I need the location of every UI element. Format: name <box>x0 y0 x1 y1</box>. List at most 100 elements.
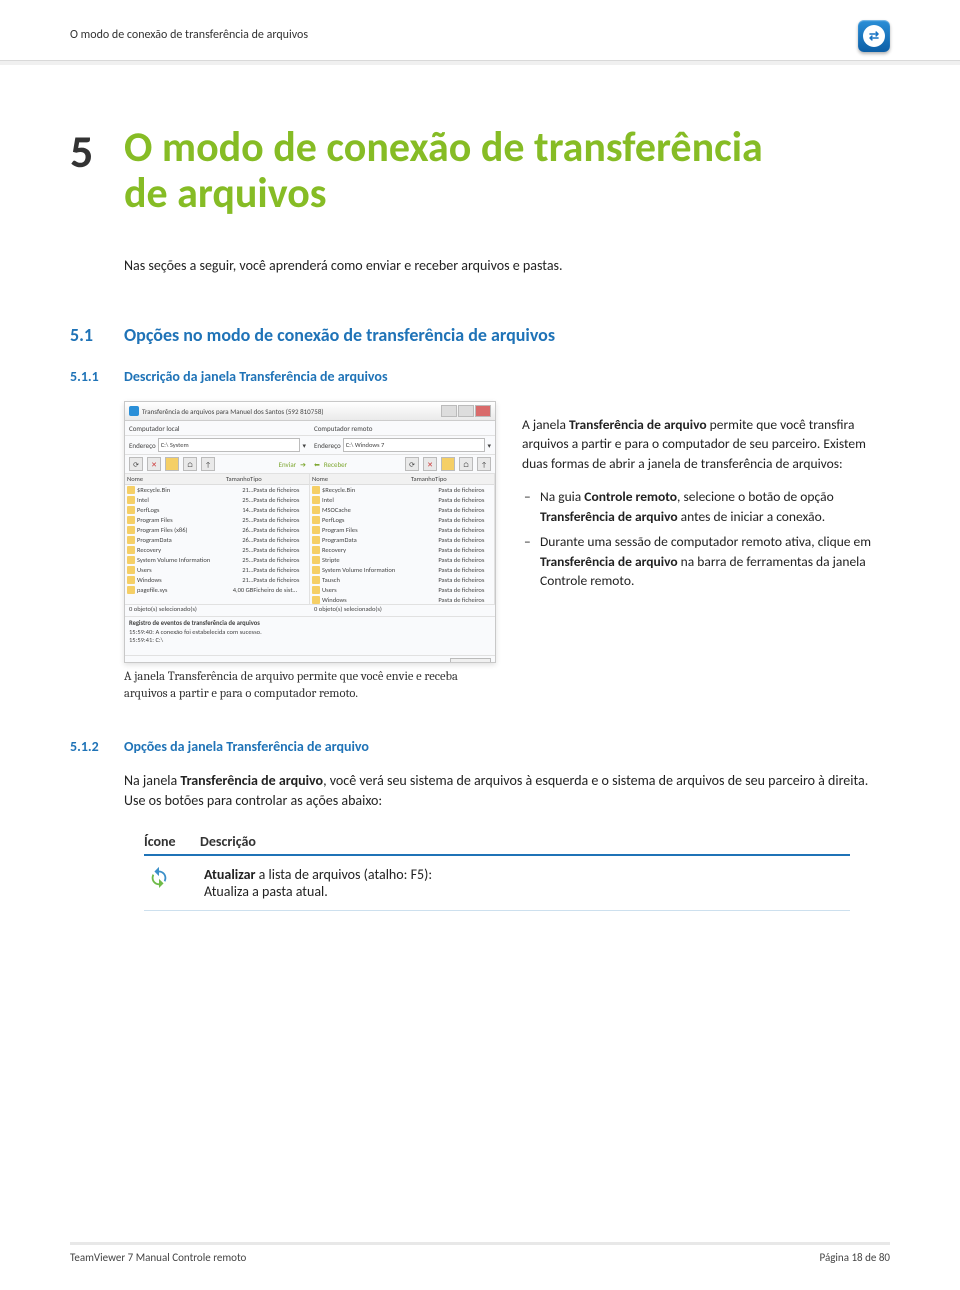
file-row[interactable]: StriptePasta de ficheiros <box>310 555 494 565</box>
dropdown-icon[interactable]: ▾ <box>302 441 306 450</box>
panel-header-local: Computador local <box>125 421 310 435</box>
file-row[interactable]: Program Files25…Pasta de ficheiros <box>125 515 309 525</box>
up-icon[interactable]: ↑ <box>477 457 491 471</box>
receive-arrow-icon[interactable]: ⬅ <box>314 460 320 469</box>
refresh-icon[interactable]: ⟳ <box>405 457 419 471</box>
col-name[interactable]: Nome <box>312 475 407 483</box>
folder-icon <box>312 496 320 504</box>
file-name: $Recycle.Bin <box>137 486 226 494</box>
header-divider <box>0 60 960 65</box>
running-header: O modo de conexão de transferência de ar… <box>70 20 308 42</box>
file-size: 4,00 GB <box>226 586 253 594</box>
file-row[interactable]: Windows21…Pasta de ficheiros <box>125 575 309 585</box>
folder-icon <box>312 566 320 574</box>
file-name: Program Files (x86) <box>137 526 226 534</box>
col-size[interactable]: Tamanho <box>407 475 435 483</box>
file-name: ProgramData <box>322 536 411 544</box>
folder-icon <box>127 586 135 594</box>
file-row[interactable]: TauschPasta de ficheiros <box>310 575 494 585</box>
send-arrow-icon[interactable]: ➔ <box>300 460 306 469</box>
maximize-button[interactable] <box>458 405 474 417</box>
file-row[interactable]: $Recycle.BinPasta de ficheiros <box>310 485 494 495</box>
folder-icon <box>312 546 320 554</box>
folder-icon <box>127 486 135 494</box>
folder-icon <box>127 526 135 534</box>
file-row[interactable]: MSOCachePasta de ficheiros <box>310 505 494 515</box>
home-icon[interactable]: ⌂ <box>183 457 197 471</box>
folder-icon <box>312 596 320 604</box>
file-type: Pasta de ficheiros <box>253 556 307 564</box>
folder-icon <box>127 566 135 574</box>
address-input-local[interactable]: C:\ System <box>158 438 301 452</box>
delete-icon[interactable]: ✕ <box>423 457 437 471</box>
file-name: ProgramData <box>137 536 226 544</box>
status-local: 0 objeto(s) selecionado(s) <box>125 604 310 616</box>
col-size[interactable]: Tamanho <box>222 475 250 483</box>
folder-icon <box>127 556 135 564</box>
screenshot-caption: A janela Transferência de arquivo permit… <box>124 669 496 702</box>
col-name[interactable]: Nome <box>127 475 222 483</box>
file-row[interactable]: ProgramDataPasta de ficheiros <box>310 535 494 545</box>
file-size: 14… <box>226 506 253 514</box>
file-type: Pasta de ficheiros <box>438 526 492 534</box>
file-row[interactable]: pagefile.sys4,00 GBFicheiro de sist… <box>125 585 309 595</box>
file-type: Pasta de ficheiros <box>253 496 307 504</box>
dialog-close-button[interactable]: Fechar <box>450 658 491 663</box>
file-row[interactable]: System Volume Information25…Pasta de fic… <box>125 555 309 565</box>
file-row[interactable]: System Volume InformationPasta de fichei… <box>310 565 494 575</box>
refresh-icon[interactable]: ⟳ <box>129 457 143 471</box>
file-name: Recovery <box>137 546 226 554</box>
new-folder-icon[interactable] <box>441 457 455 471</box>
file-row[interactable]: Users21…Pasta de ficheiros <box>125 565 309 575</box>
receive-button[interactable]: Receber <box>324 460 347 469</box>
file-row[interactable]: Program FilesPasta de ficheiros <box>310 525 494 535</box>
chapter-title: O modo de conexão de transferência de ar… <box>124 125 764 217</box>
folder-icon <box>127 516 135 524</box>
table-row: Atualizar a lista de arquivos (atalho: F… <box>144 856 850 911</box>
file-row[interactable]: WindowsPasta de ficheiros <box>310 595 494 604</box>
folder-icon <box>312 486 320 494</box>
window-icon <box>129 406 139 416</box>
delete-icon[interactable]: ✕ <box>147 457 161 471</box>
file-type: Pasta de ficheiros <box>438 496 492 504</box>
dropdown-icon[interactable]: ▾ <box>487 441 491 450</box>
file-row[interactable]: ProgramData26…Pasta de ficheiros <box>125 535 309 545</box>
file-row[interactable]: $Recycle.Bin21…Pasta de ficheiros <box>125 485 309 495</box>
folder-icon <box>127 536 135 544</box>
file-row[interactable]: PerfLogsPasta de ficheiros <box>310 515 494 525</box>
bullet-open-via-session: Durante uma sessão de computador remoto … <box>540 532 890 591</box>
log-line: 15:59:41: C:\ <box>129 636 491 644</box>
file-row[interactable]: RecoveryPasta de ficheiros <box>310 545 494 555</box>
send-button[interactable]: Enviar <box>279 460 297 469</box>
close-button[interactable] <box>475 405 491 417</box>
chapter-intro: Nas seções a seguir, você aprenderá como… <box>124 257 890 274</box>
file-row[interactable]: PerfLogs14…Pasta de ficheiros <box>125 505 309 515</box>
home-icon[interactable]: ⌂ <box>459 457 473 471</box>
file-row[interactable]: Intel25…Pasta de ficheiros <box>125 495 309 505</box>
file-size: 25… <box>226 496 253 504</box>
file-size: 21… <box>226 576 253 584</box>
file-name: Users <box>322 586 411 594</box>
log-title: Registro de eventos de transferência de … <box>129 619 491 627</box>
file-transfer-screenshot: Transferência de arquivos para Manuel do… <box>124 401 496 663</box>
footer-right: Página 18 de 80 <box>820 1251 890 1264</box>
file-name: MSOCache <box>322 506 411 514</box>
file-size: 25… <box>226 556 253 564</box>
logo-arrows-icon: ⇄ <box>869 29 879 44</box>
log-line: 15:59:40: A conexão foi estabelecida com… <box>129 628 491 636</box>
section-5-1-number: 5.1 <box>70 324 124 346</box>
minimize-button[interactable] <box>441 405 457 417</box>
file-row[interactable]: UsersPasta de ficheiros <box>310 585 494 595</box>
address-input-remote[interactable]: C:\ Windows 7 <box>343 438 486 452</box>
new-folder-icon[interactable] <box>165 457 179 471</box>
col-type[interactable]: Tipo <box>250 475 307 483</box>
file-row[interactable]: IntelPasta de ficheiros <box>310 495 494 505</box>
file-name: pagefile.sys <box>137 586 226 594</box>
file-row[interactable]: Recovery25…Pasta de ficheiros <box>125 545 309 555</box>
file-name: Windows <box>137 576 226 584</box>
up-icon[interactable]: ↑ <box>201 457 215 471</box>
file-row[interactable]: Program Files (x86)26…Pasta de ficheiros <box>125 525 309 535</box>
file-size: 25… <box>226 516 253 524</box>
file-name: Windows <box>322 596 411 604</box>
col-type[interactable]: Tipo <box>435 475 492 483</box>
